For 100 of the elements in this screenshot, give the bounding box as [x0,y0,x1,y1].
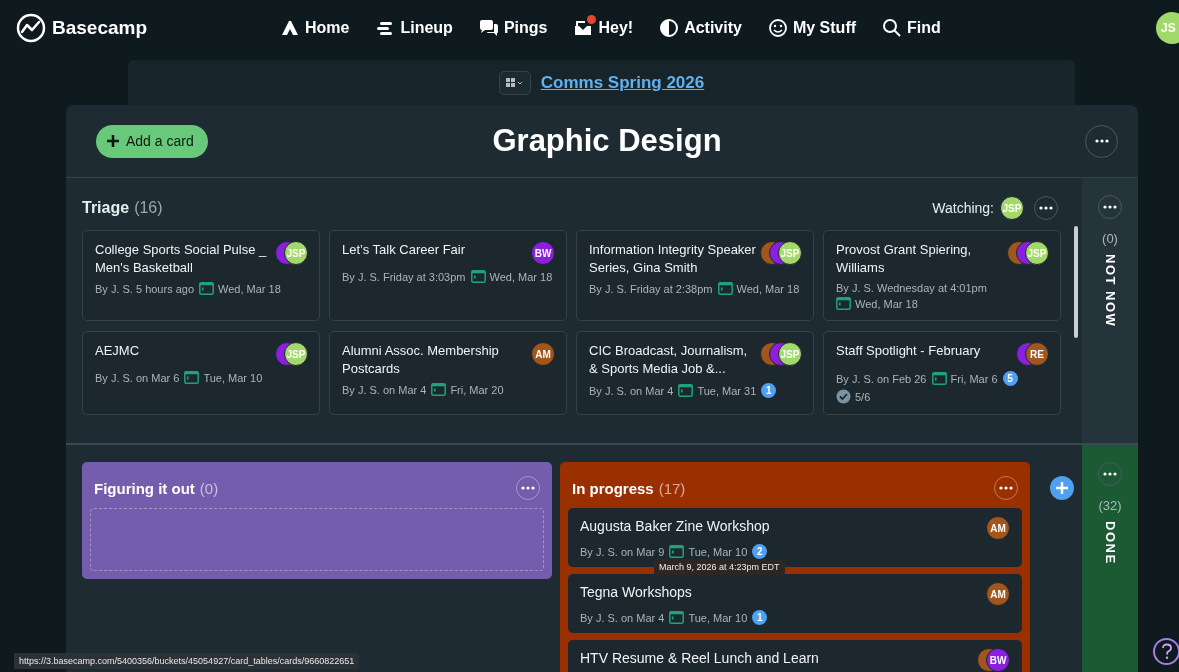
card-author: By J. S. Wednesday at 4:01pm [836,282,987,294]
calendar-icon [931,372,947,385]
help-button[interactable] [1153,638,1179,665]
calendar-icon [431,383,447,396]
card-author: By J. S. Friday at 2:38pm [589,282,713,295]
card-title: Tegna Workshops [580,583,692,602]
card-title: Provost Grant Spiering, Williams [836,241,973,277]
plus-icon [106,134,120,148]
ellipsis-icon [1039,206,1053,210]
card-title: Staff Spotlight - February [836,342,981,360]
scrollbar[interactable] [1074,226,1078,338]
calendar-icon [470,270,486,283]
avatar: JSP [778,241,802,265]
avatar: JSP [778,342,802,366]
project-link[interactable]: Comms Spring 2026 [540,72,705,93]
card[interactable]: Tegna Workshops AM By J. S. on Mar 4 Tue, Mar 10 1 [568,574,1022,633]
card[interactable]: Alumni Assoc. Membership Postcards AM By J. S. on Mar 4 Fri, Mar 20 [329,331,567,415]
nav-item[interactable]: My Stuff [767,17,857,38]
comment-count: 5 [1002,371,1018,386]
card-title: Alumni Assoc. Membership Postcards [342,342,500,378]
nav-item[interactable]: Find [882,17,941,38]
card-author: By J. S. on Mar 4 [342,383,427,396]
card[interactable]: Staff Spotlight - February RE By J. S. on Feb 26 Fri, Mar 6 5 5/6 [823,331,1061,415]
avatar: AM [986,516,1010,540]
calendar-icon [199,282,215,295]
card-count: (0) [199,479,219,497]
logo-icon [16,12,46,43]
nav-item[interactable]: Pings [478,17,548,38]
due-date: Tue, Mar 10 [688,545,748,558]
ellipsis-icon [521,486,535,490]
card[interactable]: Provost Grant Spiering, Williams JSP By J. S. Wednesday at 4:01pm Wed, Mar 18 [823,230,1061,321]
card-title: Let’s Talk Career Fair [342,241,466,259]
calendar-icon [836,297,851,310]
board-title: Graphic Design [492,123,722,159]
card-title: AEJMC [95,342,140,360]
due-date: Tue, Mar 10 [688,611,748,624]
project-menu-button[interactable] [498,70,531,95]
calendar-icon [678,384,694,397]
avatar: JSP [1025,241,1049,265]
ellipsis-icon [1103,472,1117,476]
avatar: JSP [1000,196,1024,220]
nav-item[interactable]: Home [280,17,350,38]
add-card-button[interactable]: Add a card [96,124,208,158]
ellipsis-icon [999,486,1013,490]
card-title: Augusta Baker Zine Workshop [580,517,770,536]
column-title[interactable]: NOT NOW [1102,254,1118,328]
pings-icon [478,17,499,38]
card[interactable]: CIC Broadcast, Journalism, & Sports Media Job &... JSP By J. S. on Mar 4 Tue, Mar 31 1 [576,331,814,415]
due-date: Fri, Mar 6 [950,372,998,385]
card-title: HTV Resume & Reel Lunch and Learn [580,649,819,668]
nav-item[interactable]: Activity [659,17,742,38]
card-title: CIC Broadcast, Journalism, & Sports Media Job &... [589,342,749,378]
calendar-icon [184,371,200,384]
avatar: AM [531,342,555,366]
app-name: Basecamp [52,16,148,39]
ellipsis-icon [1094,139,1109,143]
card-author: By J. S. on Feb 26 [836,372,927,385]
due-date: Fri, Mar 20 [450,383,504,396]
due-date: Wed, Mar 18 [855,297,918,310]
avatar: BW [531,241,555,265]
due-date: Wed, Mar 18 [489,270,553,283]
card-author: By J. S. Friday at 3:03pm [342,270,466,283]
card-author: By J. S. on Mar 6 [95,371,180,384]
due-date: Wed, Mar 18 [736,282,800,295]
card[interactable]: AEJMC JSP By J. S. on Mar 6 Tue, Mar 10 [82,331,320,415]
smile-icon [767,17,788,38]
card-title: Information Integrity Speaker Series, Gina Smith [589,241,756,277]
card[interactable]: College Sports Social Pulse _ Men's Basketball JSP By J. S. 5 hours ago Wed, Mar 18 [82,230,320,321]
question-mark-icon [1160,643,1173,660]
comment-count: 1 [761,383,777,398]
card[interactable]: Let’s Talk Career Fair BW By J. S. Friday at 3:03pm Wed, Mar 18 [329,230,567,321]
card[interactable]: HTV Resume & Reel Lunch and Learn BW [568,640,1022,672]
add-column-button[interactable] [1050,476,1074,500]
nav-item[interactable]: Hey! [573,17,634,38]
column-title: Figuring it out [94,479,195,497]
card-count: (16) [134,199,163,217]
avatar: JSP [284,342,308,366]
card-author: By J. S. on Mar 4 [580,611,665,624]
column-title: Triage [82,199,130,217]
check-icon [836,389,851,404]
calendar-icon [669,611,685,624]
card-count: (17) [658,479,686,497]
avatar: AM [986,582,1010,606]
search-icon [882,17,903,38]
calendar-icon [669,545,685,558]
grid-icon [505,77,524,88]
column-title[interactable]: DONE [1102,521,1118,565]
checklist-count: 5/6 [855,390,871,403]
watching-label: Watching: [932,200,994,216]
avatar: BW [986,648,1010,672]
comment-count: 1 [752,610,768,625]
column-title: In progress [572,479,654,497]
status-url: https://3.basecamp.com/5400356/buckets/45054927/card_tables/cards/9660822651 [14,653,360,669]
nav-item[interactable]: Lineup [375,17,453,38]
avatar: JSP [284,241,308,265]
due-date: Wed, Mar 18 [218,282,281,295]
due-date: Tue, Mar 10 [203,371,263,384]
comment-count: 2 [752,544,768,559]
card-author: By J. S. on Mar 4 [589,384,674,397]
card[interactable]: Information Integrity Speaker Series, Gina Smith JSP By J. S. Friday at 2:38pm Wed, Mar 18 [576,230,814,321]
